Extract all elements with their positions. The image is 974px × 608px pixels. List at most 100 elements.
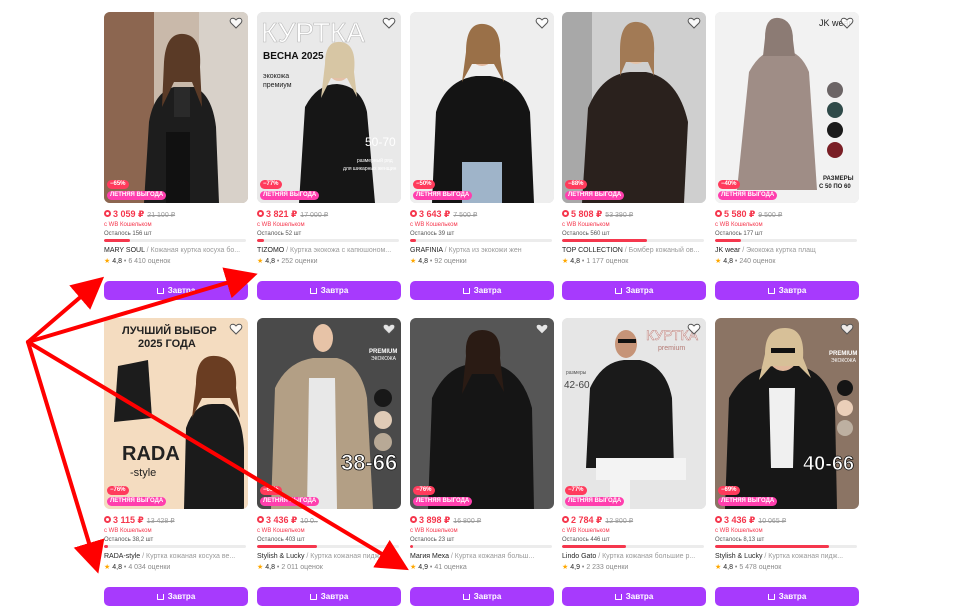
- product-image[interactable]: КУРТКА ВЕСНА 2025 экокожа премиум 50-70 …: [257, 12, 401, 203]
- product-card[interactable]: −65% ЛЕТНЯЯ ВЫГОДА 3 059 ₽21 100 ₽ с WB …: [104, 12, 248, 300]
- rating-line: ★ 4,9 • 2 233 оценки: [562, 564, 629, 571]
- brand-big-text: RADA: [122, 443, 180, 465]
- heart-icon[interactable]: [840, 322, 854, 336]
- wallet-note: с WB Кошельком: [562, 222, 610, 228]
- current-price: 3 436 ₽: [715, 515, 755, 525]
- product-card[interactable]: PREMIUM ЭКОКОЖА 38-66 −65% ЛЕТНЯЯ ВЫГОДА…: [257, 318, 401, 606]
- discount-badge: −65%: [260, 486, 282, 495]
- heart-icon[interactable]: [535, 322, 549, 336]
- cart-icon: [309, 594, 317, 600]
- stock-left: Осталось 156 шт: [104, 231, 152, 237]
- delivery-button[interactable]: Завтра: [410, 281, 554, 300]
- heart-icon[interactable]: [382, 322, 396, 336]
- delivery-button[interactable]: Завтра: [104, 587, 248, 606]
- delivery-button[interactable]: Завтра: [715, 587, 859, 606]
- product-title[interactable]: Магия Меха / Куртка кожаная больш...: [410, 552, 554, 561]
- product-title[interactable]: TOP COLLECTION / Бомбер кожаный ов...: [562, 246, 706, 255]
- old-price: 12 800 ₽: [605, 518, 634, 525]
- product-title[interactable]: Stylish & Lucky / Куртка кожаная пидж...: [257, 552, 401, 561]
- wallet-note: с WB Кошельком: [104, 528, 152, 534]
- brand-name: TIZOMO: [257, 247, 285, 254]
- old-price: 21 100 ₽: [147, 212, 176, 219]
- product-image[interactable]: −88% ЛЕТНЯЯ ВЫГОДА: [562, 12, 706, 203]
- discount-badge: −69%: [718, 486, 740, 495]
- price-line: 2 784 ₽12 800 ₽: [562, 515, 706, 526]
- rating-line: ★ 4,9 • 41 оценка: [410, 564, 467, 571]
- rating-line: ★ 4,8 • 2 011 оценок: [257, 564, 323, 571]
- product-image[interactable]: JK wear РАЗМЕРЫ С 50 ПО 60 −40% ЛЕТНЯЯ В…: [715, 12, 859, 203]
- wallet-note: с WB Кошельком: [715, 528, 763, 534]
- wallet-note: с WB Кошельком: [562, 528, 610, 534]
- product-card[interactable]: −50% ЛЕТНЯЯ ВЫГОДА 3 643 ₽7 500 ₽ с WB К…: [410, 12, 554, 300]
- heart-icon[interactable]: [229, 322, 243, 336]
- size-note: размерный ряд: [357, 157, 393, 164]
- product-card[interactable]: JK wear РАЗМЕРЫ С 50 ПО 60 −40% ЛЕТНЯЯ В…: [715, 12, 859, 300]
- current-price: 5 580 ₽: [715, 209, 755, 219]
- product-title[interactable]: RADA-style / Куртка кожаная косуха ве...: [104, 552, 248, 561]
- delivery-button[interactable]: Завтра: [562, 587, 706, 606]
- heart-icon[interactable]: [229, 16, 243, 30]
- sizes-text: 38-66: [341, 450, 397, 475]
- delivery-button[interactable]: Завтра: [257, 587, 401, 606]
- heart-icon[interactable]: [535, 16, 549, 30]
- star-icon: ★: [562, 564, 569, 571]
- old-price: 7 500 ₽: [453, 212, 478, 219]
- rating-line: ★ 4,8 • 5 478 оценок: [715, 564, 782, 571]
- stock-left: Осталось 177 шт: [715, 231, 763, 237]
- product-image[interactable]: PREMIUM ЭКОКОЖА 38-66 −65% ЛЕТНЯЯ ВЫГОДА: [257, 318, 401, 509]
- product-title[interactable]: MARY SOUL / Кожаная куртка косуха бо...: [104, 246, 248, 255]
- old-price: 53 390 ₽: [605, 212, 634, 219]
- product-title[interactable]: Lindo Gato / Куртка кожаная большие р...: [562, 552, 706, 561]
- product-image[interactable]: −65% ЛЕТНЯЯ ВЫГОДА: [104, 12, 248, 203]
- badges: −76% ЛЕТНЯЯ ВЫГОДА: [107, 478, 167, 506]
- delivery-button[interactable]: Завтра: [257, 281, 401, 300]
- wallet-icon: [257, 516, 264, 523]
- product-card[interactable]: КУРТКА premium размеры 42-60 −77% ЛЕТНЯЯ…: [562, 318, 706, 606]
- delivery-button[interactable]: Завтра: [715, 281, 859, 300]
- old-price: 16 800 ₽: [453, 518, 482, 525]
- sizes-text: 50-70: [365, 135, 396, 149]
- wallet-note: с WB Кошельком: [410, 222, 458, 228]
- cart-icon: [309, 288, 317, 294]
- product-image[interactable]: −50% ЛЕТНЯЯ ВЫГОДА: [410, 12, 554, 203]
- brand-name: TOP COLLECTION: [562, 247, 623, 254]
- delivery-button[interactable]: Завтра: [104, 281, 248, 300]
- promo-badge: ЛЕТНЯЯ ВЫГОДА: [718, 191, 778, 200]
- promo-badge: ЛЕТНЯЯ ВЫГОДА: [565, 191, 625, 200]
- badges: −50% ЛЕТНЯЯ ВЫГОДА: [413, 172, 473, 200]
- product-image[interactable]: −76% ЛЕТНЯЯ ВЫГОДА: [410, 318, 554, 509]
- product-title[interactable]: Stylish & Lucky / Куртка кожаная пидж...: [715, 552, 859, 561]
- heart-icon[interactable]: [840, 16, 854, 30]
- product-image[interactable]: ЛУЧШИЙ ВЫБОР 2025 ГОДА RADA -style −76% …: [104, 318, 248, 509]
- stock-bar: [104, 239, 246, 242]
- product-title[interactable]: JK wear / Экокожа куртка плащ: [715, 246, 859, 255]
- discount-badge: −76%: [107, 486, 129, 495]
- current-price: 5 808 ₽: [562, 209, 602, 219]
- old-price: 13 428 ₽: [146, 518, 175, 525]
- product-card[interactable]: КУРТКА ВЕСНА 2025 экокожа премиум 50-70 …: [257, 12, 401, 300]
- badges: −88% ЛЕТНЯЯ ВЫГОДА: [565, 172, 625, 200]
- old-price: 17 000 ₽: [300, 212, 329, 219]
- product-card[interactable]: −76% ЛЕТНЯЯ ВЫГОДА 3 898 ₽16 800 ₽ с WB …: [410, 318, 554, 606]
- product-card[interactable]: −88% ЛЕТНЯЯ ВЫГОДА 5 808 ₽53 390 ₽ с WB …: [562, 12, 706, 300]
- heart-icon[interactable]: [687, 322, 701, 336]
- delivery-button[interactable]: Завтра: [410, 587, 554, 606]
- cart-icon: [767, 594, 775, 600]
- premium-text: PREMIUM: [369, 349, 397, 355]
- product-card[interactable]: ЛУЧШИЙ ВЫБОР 2025 ГОДА RADA -style −76% …: [104, 318, 248, 606]
- delivery-button[interactable]: Завтра: [562, 281, 706, 300]
- heart-icon[interactable]: [687, 16, 701, 30]
- price-line: 5 808 ₽53 390 ₽: [562, 209, 706, 220]
- stock-left: Осталось 8,13 шт: [715, 537, 765, 543]
- current-price: 3 115 ₽: [104, 515, 144, 525]
- grade-text: премиум: [263, 82, 292, 89]
- arrow-line: [26, 276, 105, 344]
- heart-icon[interactable]: [382, 16, 396, 30]
- wallet-icon: [562, 516, 569, 523]
- headline-text: КУРТКА: [261, 17, 365, 48]
- product-title[interactable]: GRAFINIA / Куртка из экокожи жен: [410, 246, 554, 255]
- product-image[interactable]: КУРТКА premium размеры 42-60 −77% ЛЕТНЯЯ…: [562, 318, 706, 509]
- product-image[interactable]: PREMIUM ЭКОКОЖА 40-66 −69% ЛЕТНЯЯ ВЫГОДА: [715, 318, 859, 509]
- product-card[interactable]: PREMIUM ЭКОКОЖА 40-66 −69% ЛЕТНЯЯ ВЫГОДА…: [715, 318, 859, 606]
- product-title[interactable]: TIZOMO / Куртка экокожа с капюшоном...: [257, 246, 401, 255]
